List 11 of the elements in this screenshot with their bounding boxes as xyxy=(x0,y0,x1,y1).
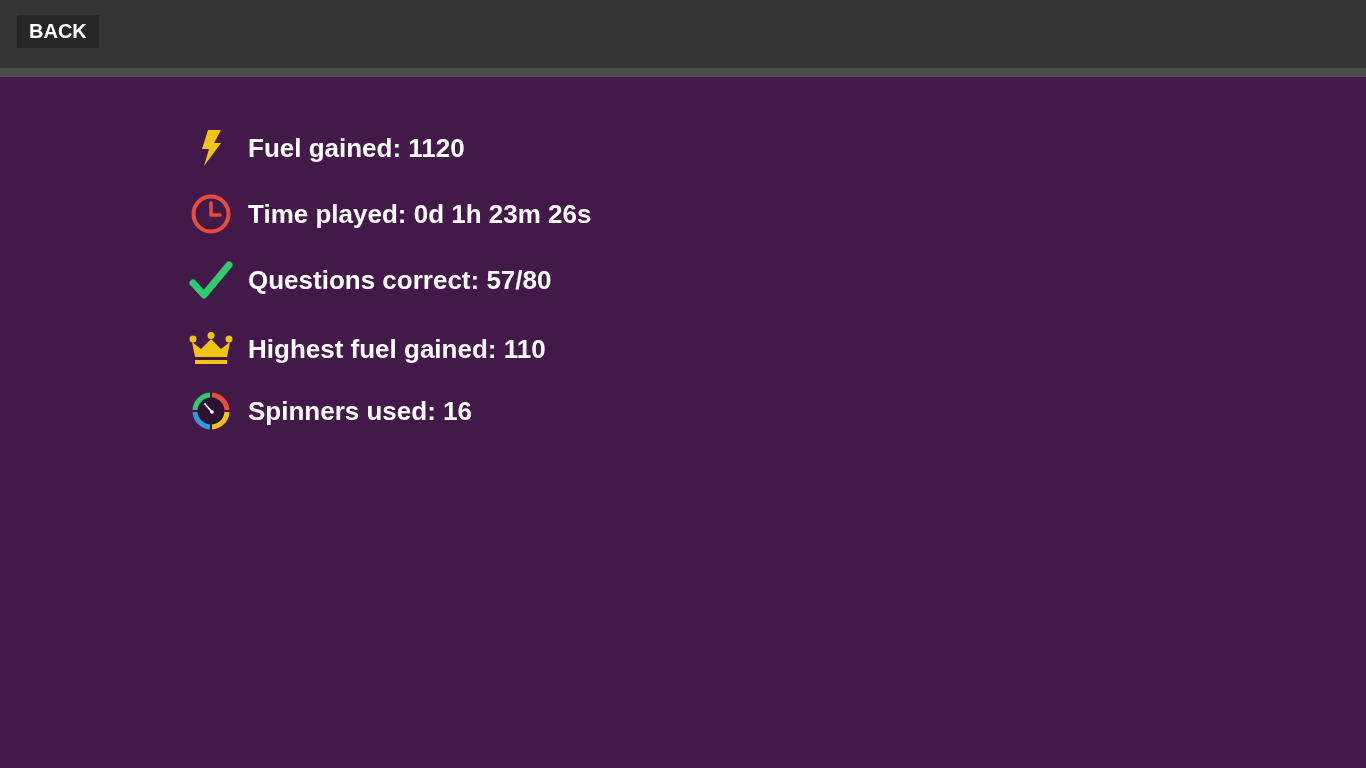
checkmark-icon xyxy=(189,261,233,299)
stat-text: Spinners used: 16 xyxy=(248,395,472,427)
clock-icon xyxy=(191,194,231,234)
dial-icon xyxy=(191,391,231,431)
lightning-bolt-icon xyxy=(200,130,222,166)
crown-icon xyxy=(189,332,233,366)
stat-text: Fuel gained: 1120 xyxy=(248,132,465,164)
back-button[interactable]: BACK xyxy=(17,15,99,48)
stat-text: Questions correct: 57/80 xyxy=(248,264,552,296)
stat-text: Time played: 0d 1h 23m 26s xyxy=(248,198,592,230)
stat-text: Highest fuel gained: 110 xyxy=(248,333,546,365)
